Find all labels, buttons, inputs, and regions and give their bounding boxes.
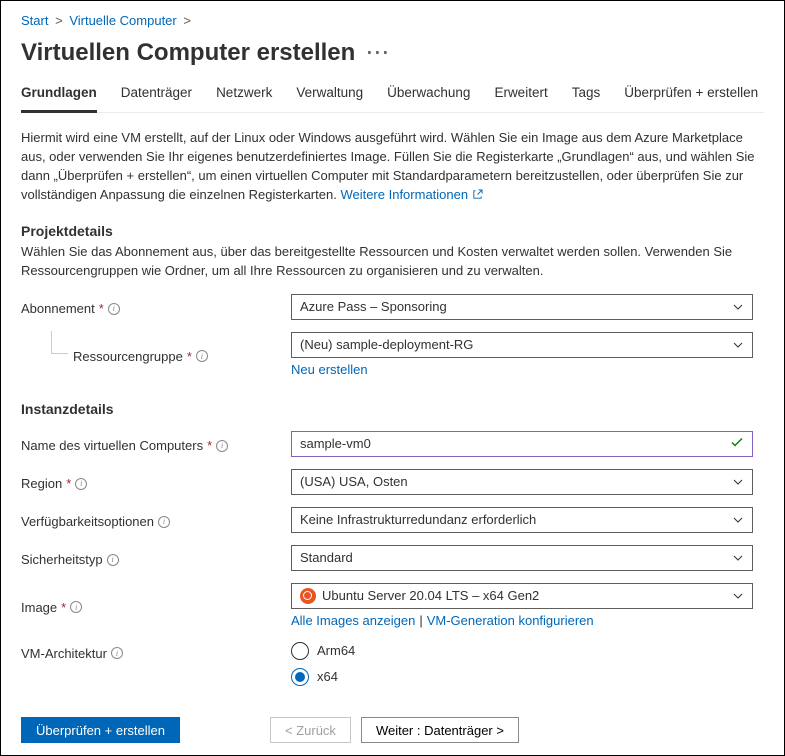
subscription-row: Abonnement* i Azure Pass – Sponsoring bbox=[21, 294, 764, 320]
all-images-link[interactable]: Alle Images anzeigen bbox=[291, 613, 415, 628]
availability-label: Verfügbarkeitsoptionen bbox=[21, 514, 154, 529]
availability-row: Verfügbarkeitsoptionen i Keine Infrastru… bbox=[21, 507, 764, 533]
breadcrumb: Start > Virtuelle Computer > bbox=[21, 13, 764, 28]
vm-name-input[interactable]: sample-vm0 bbox=[291, 431, 753, 457]
chevron-down-icon bbox=[732, 339, 744, 351]
image-label: Image bbox=[21, 600, 57, 615]
intro-text: Hiermit wird eine VM erstellt, auf der L… bbox=[21, 129, 764, 205]
radio-checked-icon bbox=[291, 668, 309, 686]
chevron-right-icon: > bbox=[55, 13, 63, 28]
page-title: Virtuellen Computer erstellen ⋯ bbox=[21, 38, 764, 67]
tab-grundlagen[interactable]: Grundlagen bbox=[21, 85, 97, 113]
tab-tags[interactable]: Tags bbox=[572, 85, 601, 112]
image-row: Image* i Ubuntu Server 20.04 LTS – x64 G… bbox=[21, 583, 764, 628]
subscription-select[interactable]: Azure Pass – Sponsoring bbox=[291, 294, 753, 320]
vm-name-row: Name des virtuellen Computers* i sample-… bbox=[21, 431, 764, 457]
tab-datentraeger[interactable]: Datenträger bbox=[121, 85, 192, 112]
resource-group-select[interactable]: (Neu) sample-deployment-RG bbox=[291, 332, 753, 358]
project-details-desc: Wählen Sie das Abonnement aus, über das … bbox=[21, 243, 764, 279]
resource-group-row: Ressourcengruppe* i (Neu) sample-deploym… bbox=[21, 332, 764, 377]
info-icon[interactable]: i bbox=[75, 478, 87, 490]
architecture-row: VM-Architektur i Arm64 x64 bbox=[21, 642, 764, 686]
architecture-label: VM-Architektur bbox=[21, 646, 107, 661]
ellipsis-icon[interactable]: ⋯ bbox=[365, 38, 389, 67]
check-icon bbox=[730, 435, 744, 452]
learn-more-link[interactable]: Weitere Informationen bbox=[340, 187, 482, 202]
info-icon[interactable]: i bbox=[70, 601, 82, 613]
security-type-row: Sicherheitstyp i Standard bbox=[21, 545, 764, 571]
info-icon[interactable]: i bbox=[196, 350, 208, 362]
region-select[interactable]: (USA) USA, Osten bbox=[291, 469, 753, 495]
subscription-label: Abonnement bbox=[21, 301, 95, 316]
chevron-down-icon bbox=[732, 514, 744, 526]
info-icon[interactable]: i bbox=[108, 303, 120, 315]
info-icon[interactable]: i bbox=[216, 440, 228, 452]
info-icon[interactable]: i bbox=[158, 516, 170, 528]
tab-verwaltung[interactable]: Verwaltung bbox=[296, 85, 363, 112]
region-label: Region bbox=[21, 476, 62, 491]
chevron-down-icon bbox=[732, 301, 744, 313]
arch-x64-radio[interactable]: x64 bbox=[291, 668, 753, 686]
breadcrumb-start[interactable]: Start bbox=[21, 13, 48, 28]
review-create-button[interactable]: Überprüfen + erstellen bbox=[21, 717, 180, 743]
info-icon[interactable]: i bbox=[111, 647, 123, 659]
vm-name-label: Name des virtuellen Computers bbox=[21, 438, 203, 453]
next-button[interactable]: Weiter : Datenträger > bbox=[361, 717, 519, 743]
create-new-rg-link[interactable]: Neu erstellen bbox=[291, 362, 368, 377]
tab-ueberwachung[interactable]: Überwachung bbox=[387, 85, 470, 112]
chevron-down-icon bbox=[732, 552, 744, 564]
tab-netzwerk[interactable]: Netzwerk bbox=[216, 85, 272, 112]
chevron-right-icon: > bbox=[183, 13, 191, 28]
security-type-label: Sicherheitstyp bbox=[21, 552, 103, 567]
chevron-down-icon bbox=[732, 476, 744, 488]
footer: Überprüfen + erstellen < Zurück Weiter :… bbox=[1, 705, 784, 755]
ubuntu-icon bbox=[300, 588, 316, 604]
image-select[interactable]: Ubuntu Server 20.04 LTS – x64 Gen2 bbox=[291, 583, 753, 609]
availability-select[interactable]: Keine Infrastrukturredundanz erforderlic… bbox=[291, 507, 753, 533]
tabs: Grundlagen Datenträger Netzwerk Verwaltu… bbox=[21, 85, 764, 113]
project-details-heading: Projektdetails bbox=[21, 223, 764, 239]
tab-erweitert[interactable]: Erweitert bbox=[494, 85, 547, 112]
tab-ueberpruefen[interactable]: Überprüfen + erstellen bbox=[624, 85, 758, 112]
resource-group-label: Ressourcengruppe bbox=[73, 349, 183, 364]
region-row: Region* i (USA) USA, Osten bbox=[21, 469, 764, 495]
radio-icon bbox=[291, 642, 309, 660]
vm-generation-link[interactable]: VM-Generation konfigurieren bbox=[427, 613, 594, 628]
breadcrumb-vms[interactable]: Virtuelle Computer bbox=[69, 13, 176, 28]
external-link-icon bbox=[472, 187, 483, 206]
arch-arm64-radio[interactable]: Arm64 bbox=[291, 642, 753, 660]
security-type-select[interactable]: Standard bbox=[291, 545, 753, 571]
instance-details-heading: Instanzdetails bbox=[21, 401, 764, 417]
back-button: < Zurück bbox=[270, 717, 351, 743]
chevron-down-icon bbox=[732, 590, 744, 602]
info-icon[interactable]: i bbox=[107, 554, 119, 566]
